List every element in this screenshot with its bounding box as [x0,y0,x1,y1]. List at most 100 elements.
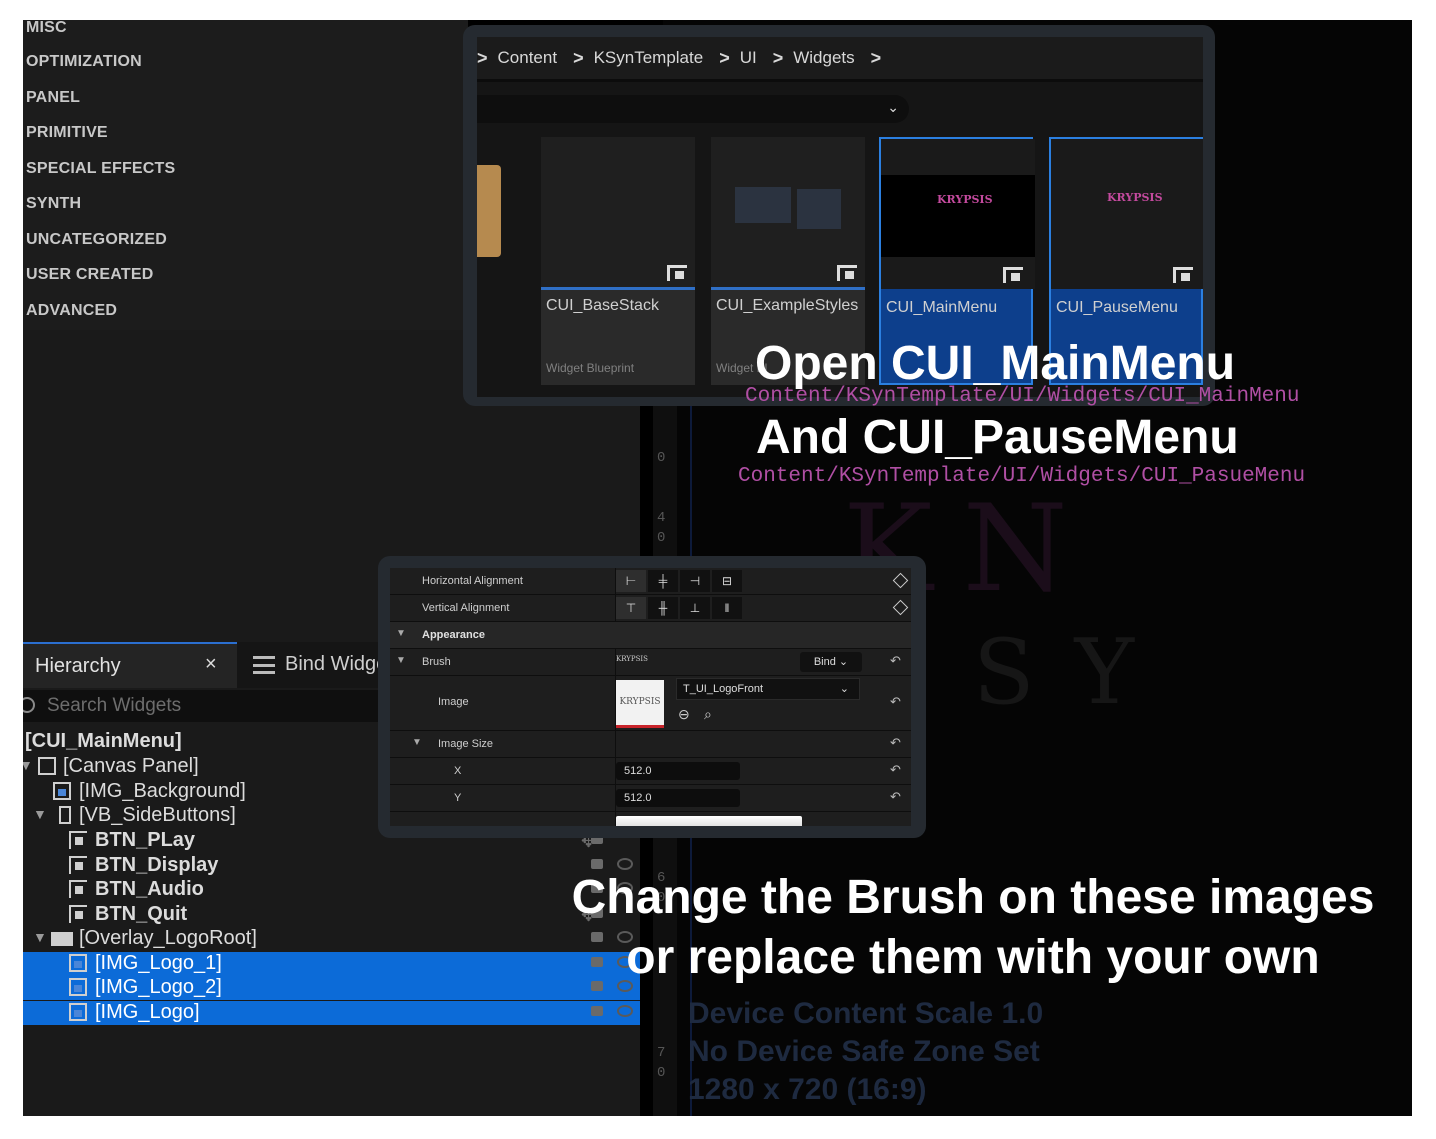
align-fill-icon[interactable]: ⊟ [712,570,742,592]
eye-icon[interactable] [617,858,633,870]
align-bottom-icon[interactable]: ⊥ [680,597,710,619]
image-size-x-input[interactable]: 512.0 [616,762,740,780]
reset-arrow-icon[interactable]: ↶ [890,694,901,710]
collapse-arrow-icon[interactable]: ▼ [412,737,422,748]
section-appearance[interactable]: ▼ Appearance [390,622,911,649]
chevron-right-icon[interactable]: > [719,48,730,69]
tree-row-img-logo-2[interactable]: [IMG_Logo_2] [23,976,640,1000]
list-icon [253,656,275,674]
tree-row-label: [IMG_Logo_2] [95,976,222,998]
chevron-right-icon[interactable]: > [573,48,584,69]
device-safezone-text: No Device Safe Zone Set [688,1035,1040,1068]
align-right-icon[interactable]: ⊣ [680,570,710,592]
collapse-arrow-icon[interactable]: ▼ [396,655,406,666]
asset-name: CUI_MainMenu [886,299,998,316]
property-label: Horizontal Alignment [422,575,523,587]
property-label: Y [454,792,462,804]
collapse-arrow-icon[interactable]: ▼ [33,806,47,822]
device-scale-text: Device Content Scale 1.0 [688,997,1044,1030]
reset-arrow-icon[interactable]: ↶ [890,789,901,805]
image-icon [69,1003,87,1021]
eye-icon[interactable] [617,1005,633,1017]
tab-hierarchy[interactable]: Hierarchy × [23,642,237,688]
palette-category-synth[interactable]: SYNTH [26,195,81,213]
use-selected-icon[interactable]: ⊖ [678,706,690,723]
keyframe-diamond-icon[interactable] [892,572,909,589]
brush-thumbnail: KRYPSIS [616,655,648,663]
lock-icon[interactable] [591,859,603,869]
palette-category-misc[interactable]: MISC [26,20,67,37]
tree-row-overlay-logoroot[interactable]: ▼ [Overlay_LogoRoot] [23,927,640,951]
asset-name: CUI_PauseMenu [1056,299,1178,316]
palette-category-special-effects[interactable]: SPECIAL EFFECTS [26,160,175,178]
button-icon [69,831,87,849]
image-asset-picker[interactable]: T_UI_LogoFront ⌄ [676,678,860,700]
column-divider [615,731,616,757]
browse-icon[interactable]: ⌕ [704,706,712,723]
thumbnail-ui-preview [797,189,841,229]
row-brush: ▼ Brush KRYPSIS Bind ⌄ ↶ [390,649,911,676]
asset-type: Widget Blueprint [546,361,635,375]
palette-category-panel[interactable]: PANEL [26,89,80,107]
chevron-right-icon[interactable]: > [773,48,784,69]
palette-category-uncategorized[interactable]: UNCATEGORIZED [26,231,167,249]
breadcrumb-ui[interactable]: UI [740,48,757,68]
reset-arrow-icon[interactable]: ↶ [890,653,901,669]
tree-row-label: BTN_Quit [95,903,188,925]
thumbnail-canvas [881,175,1035,257]
row-tint [390,812,911,826]
property-label: X [454,765,462,777]
row-horizontal-alignment: Horizontal Alignment ⊢ ╪ ⊣ ⊟ [390,568,911,595]
chevron-right-icon[interactable]: > [871,48,882,69]
image-size-y-input[interactable]: 512.0 [616,789,740,807]
breadcrumb-ksyntemplate[interactable]: KSynTemplate [594,48,704,68]
tab-hierarchy-label: Hierarchy [35,655,121,677]
bind-button[interactable]: Bind ⌄ [800,652,862,672]
tree-row-label: BTN_Audio [95,878,204,900]
collapse-arrow-icon[interactable]: ▼ [33,929,47,945]
tree-row-btn-quit[interactable]: BTN_Quit ✥ [23,903,640,927]
property-label: Vertical Alignment [422,602,510,614]
details-panel-window: Horizontal Alignment ⊢ ╪ ⊣ ⊟ Vertical Al… [378,556,926,838]
section-label: Appearance [422,629,485,641]
image-preview[interactable]: KRYPSIS [616,680,664,728]
path-pausemenu: Content/KSynTemplate/UI/Widgets/CUI_Pasu… [738,465,1306,488]
align-top-icon[interactable]: ⊤ [616,597,646,619]
widget-blueprint-icon [667,265,687,281]
reset-arrow-icon[interactable]: ↶ [890,762,901,778]
button-icon [69,905,87,923]
breadcrumb-content[interactable]: Content [498,48,558,68]
thumbnail-logo: KRYPSIS [1107,191,1163,204]
filter-dropdown[interactable]: ⌄ [477,95,909,123]
tree-row-btn-display[interactable]: BTN_Display [23,854,640,878]
align-center-icon[interactable]: ╪ [648,570,678,592]
lock-icon[interactable] [591,1006,603,1016]
palette-category-primitive[interactable]: PRIMITIVE [26,124,108,142]
align-middle-icon[interactable]: ╫ [648,597,678,619]
property-label: Brush [422,656,451,668]
palette-category-advanced[interactable]: ADVANCED [26,302,117,320]
path-mainmenu: Content/KSynTemplate/UI/Widgets/CUI_Main… [745,385,1300,408]
keyframe-diamond-icon[interactable] [892,599,909,616]
widget-blueprint-icon [1003,267,1023,283]
collapse-arrow-icon[interactable]: ▼ [396,628,406,639]
tree-row-img-logo-1[interactable]: [IMG_Logo_1] [23,952,640,976]
tree-row-img-logo[interactable]: [IMG_Logo] [23,1001,640,1025]
bind-label: Bind [813,656,836,668]
collapse-arrow-icon[interactable]: ▼ [23,757,33,773]
close-icon[interactable]: × [205,653,217,676]
canvas-logo-preview-2: SY [973,620,1175,725]
chevron-right-icon[interactable]: > [477,48,488,69]
folder-tile[interactable] [477,165,501,257]
widget-blueprint-icon [837,265,857,281]
align-vfill-icon[interactable]: ‖ [712,597,742,619]
palette-category-user-created[interactable]: USER CREATED [26,266,153,284]
reset-arrow-icon[interactable]: ↶ [890,735,901,751]
tree-row-btn-audio[interactable]: BTN_Audio [23,878,640,902]
asset-cui-basestack[interactable]: CUI_BaseStack Widget Blueprint [541,137,695,385]
align-left-icon[interactable]: ⊢ [616,570,646,592]
tint-color-swatch[interactable] [616,816,802,826]
palette-category-optimization[interactable]: OPTIMIZATION [26,53,142,71]
breadcrumb-widgets[interactable]: Widgets [793,48,854,68]
asset-type-strip [541,287,695,290]
